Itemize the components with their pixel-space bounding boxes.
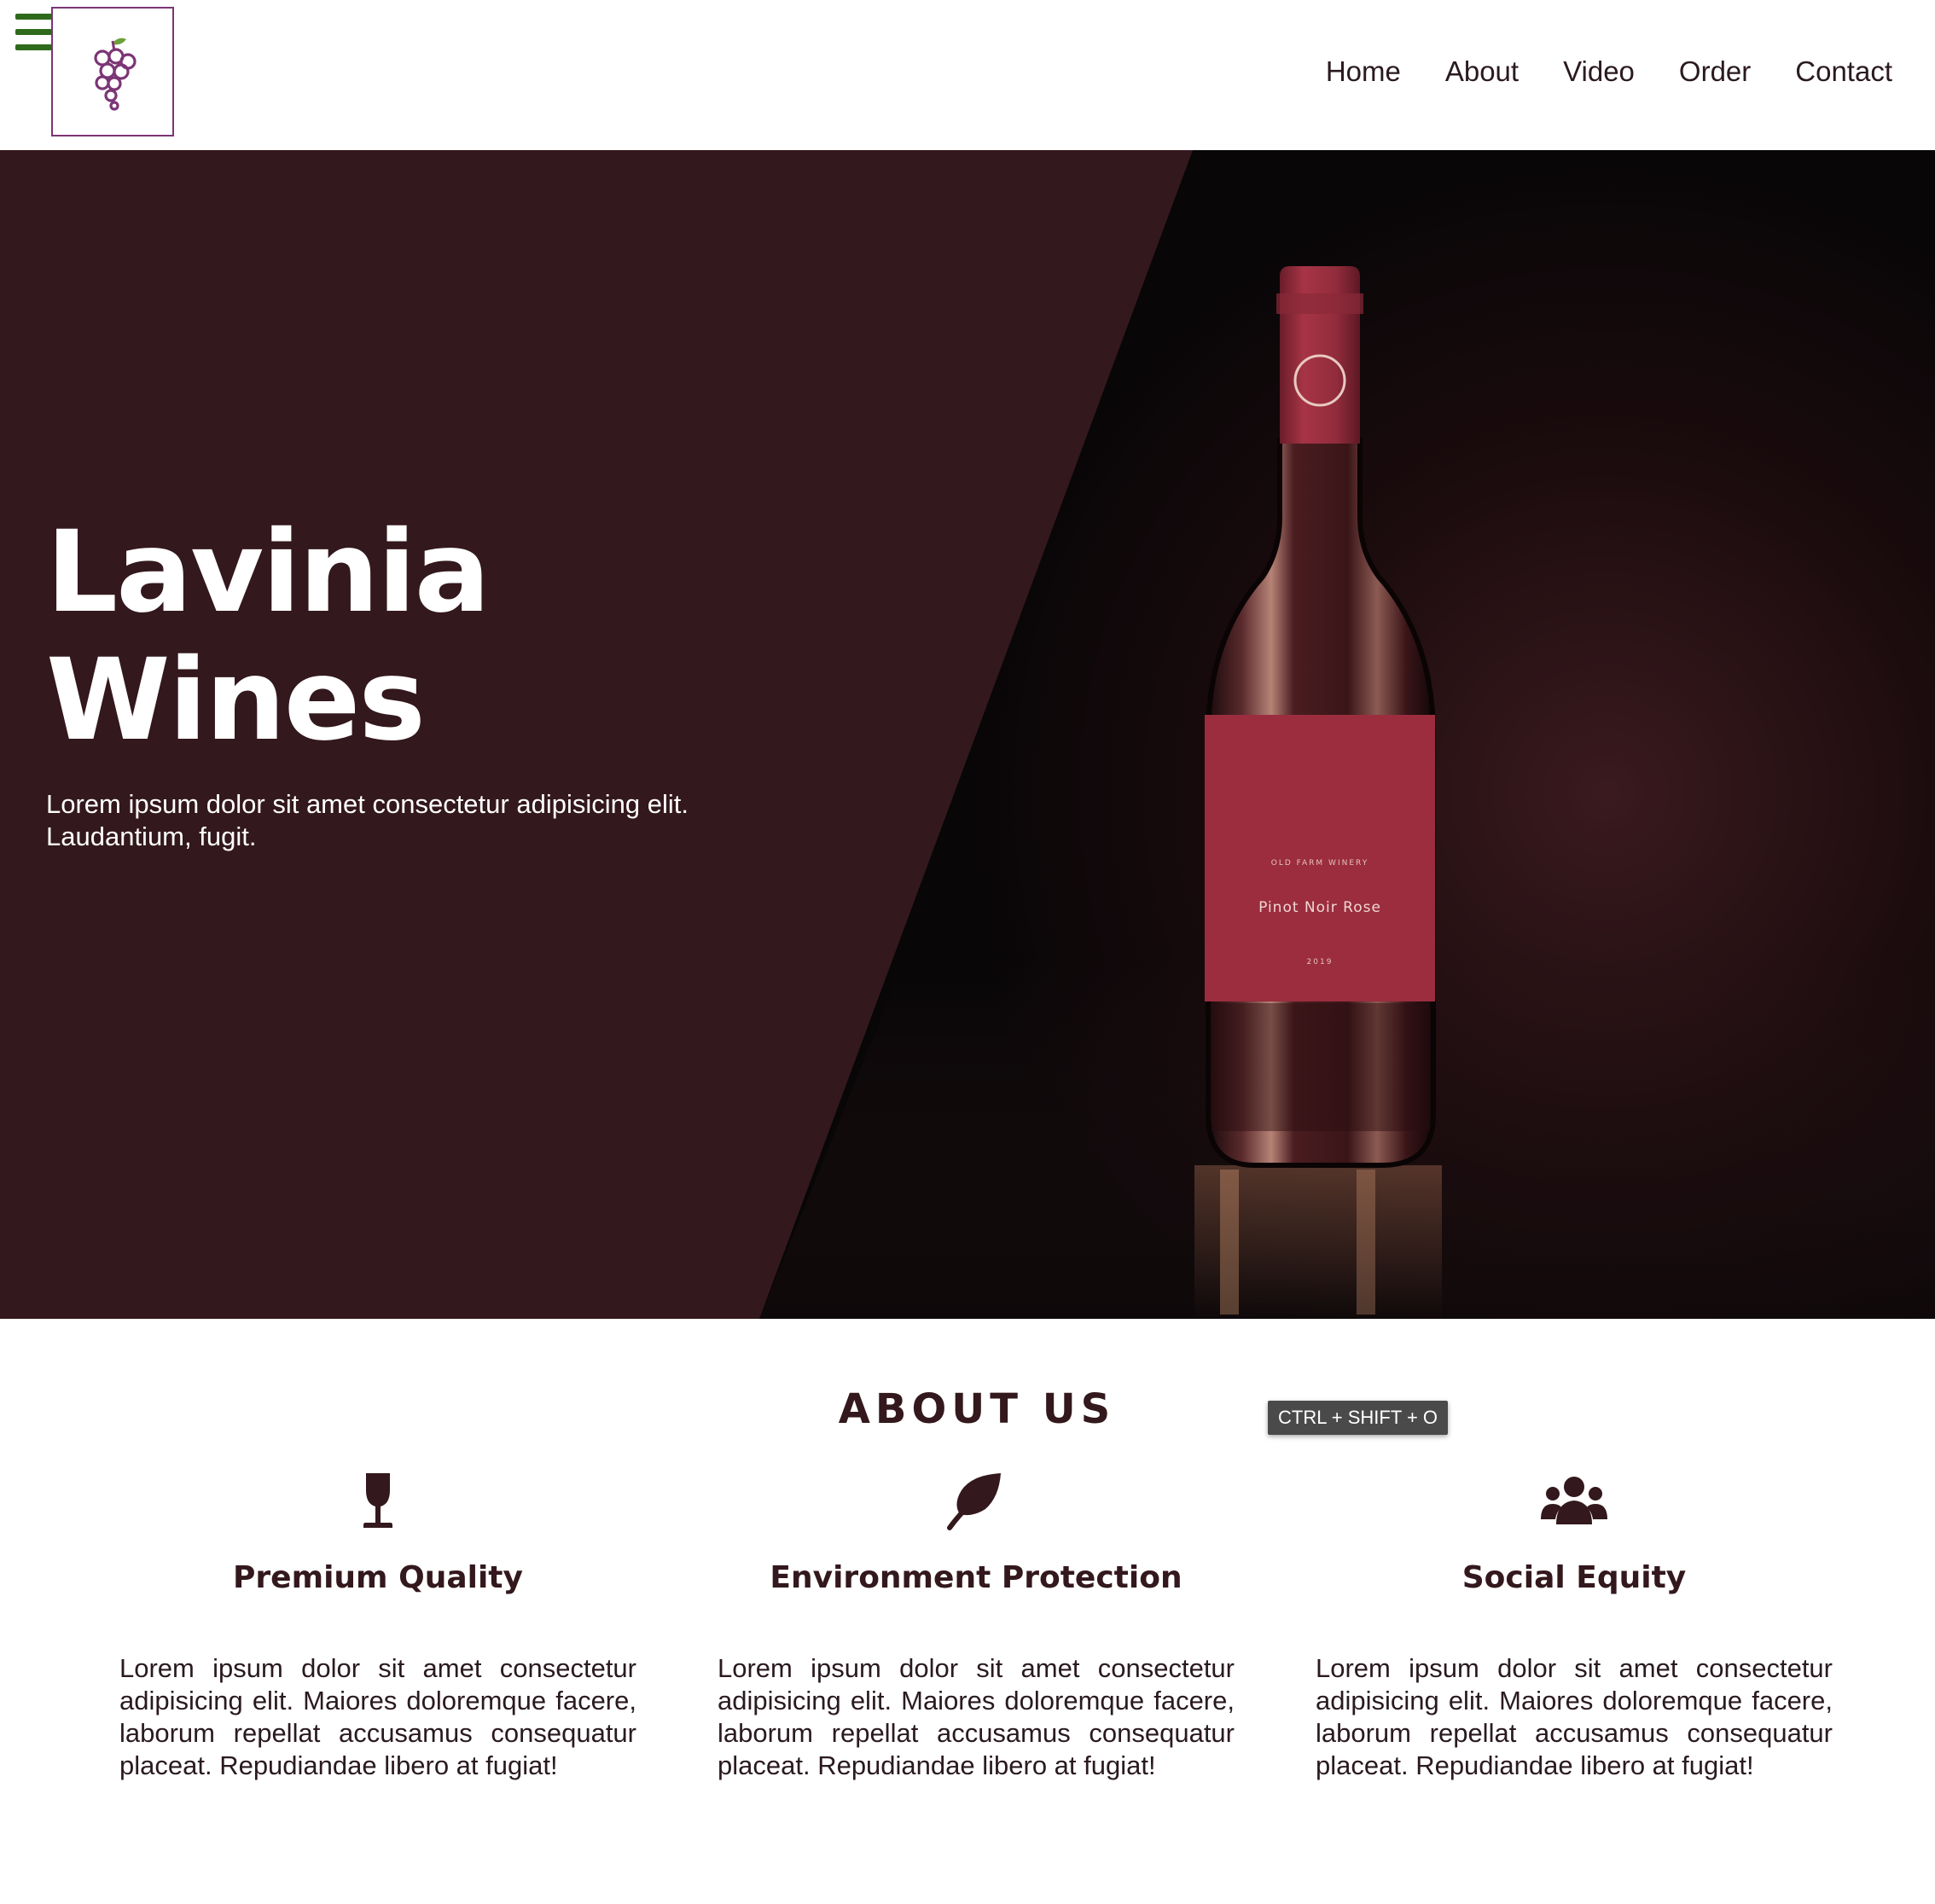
site-header: Home About Video Order Contact xyxy=(0,0,1935,150)
feature-title: Social Equity xyxy=(1461,1560,1687,1595)
about-title: ABOUT US xyxy=(838,1385,1116,1433)
leaf-icon xyxy=(947,1473,1001,1530)
main-nav: Home About Video Order Contact xyxy=(1326,53,1892,90)
nav-video[interactable]: Video xyxy=(1563,53,1635,90)
nav-order[interactable]: Order xyxy=(1679,53,1751,90)
feature-text: Lorem ipsum dolor sit amet consectetur a… xyxy=(1316,1653,1833,1780)
feature-environment-protection: Environment Protection Lorem ipsum dolor… xyxy=(718,1472,1235,1782)
wine-glass-icon xyxy=(363,1473,392,1528)
feature-text: Lorem ipsum dolor sit amet consectetur a… xyxy=(718,1653,1235,1780)
hero-title: Lavinia Wines xyxy=(46,507,491,766)
site-logo[interactable] xyxy=(51,7,174,136)
feature-premium-quality: Premium Quality Lorem ipsum dolor sit am… xyxy=(119,1472,636,1782)
grapes-icon xyxy=(94,38,137,111)
nav-about[interactable]: About xyxy=(1445,53,1519,90)
nav-home[interactable]: Home xyxy=(1326,53,1401,90)
people-group-icon xyxy=(1541,1477,1607,1524)
feature-text: Lorem ipsum dolor sit amet consectetur a… xyxy=(119,1653,636,1780)
feature-title: Premium Quality xyxy=(233,1560,523,1595)
bottle-label-name: Pinot Noir Rose xyxy=(1258,899,1381,916)
feature-title: Environment Protection xyxy=(770,1560,1182,1595)
feature-social-equity: Social Equity Lorem ipsum dolor sit amet… xyxy=(1316,1472,1833,1782)
bottle-label-year: 2019 xyxy=(1307,958,1334,967)
nav-contact[interactable]: Contact xyxy=(1795,53,1892,90)
bottle-label-winery: OLD FARM WINERY xyxy=(1271,859,1368,868)
hero-text: Lorem ipsum dolor sit amet consectetur a… xyxy=(46,789,689,851)
hero-section: OLD FARM WINERY Pinot Noir Rose 2019 Lav… xyxy=(0,150,1935,1319)
shortcut-hint-badge: CTRL + SHIFT + O xyxy=(1268,1401,1449,1435)
